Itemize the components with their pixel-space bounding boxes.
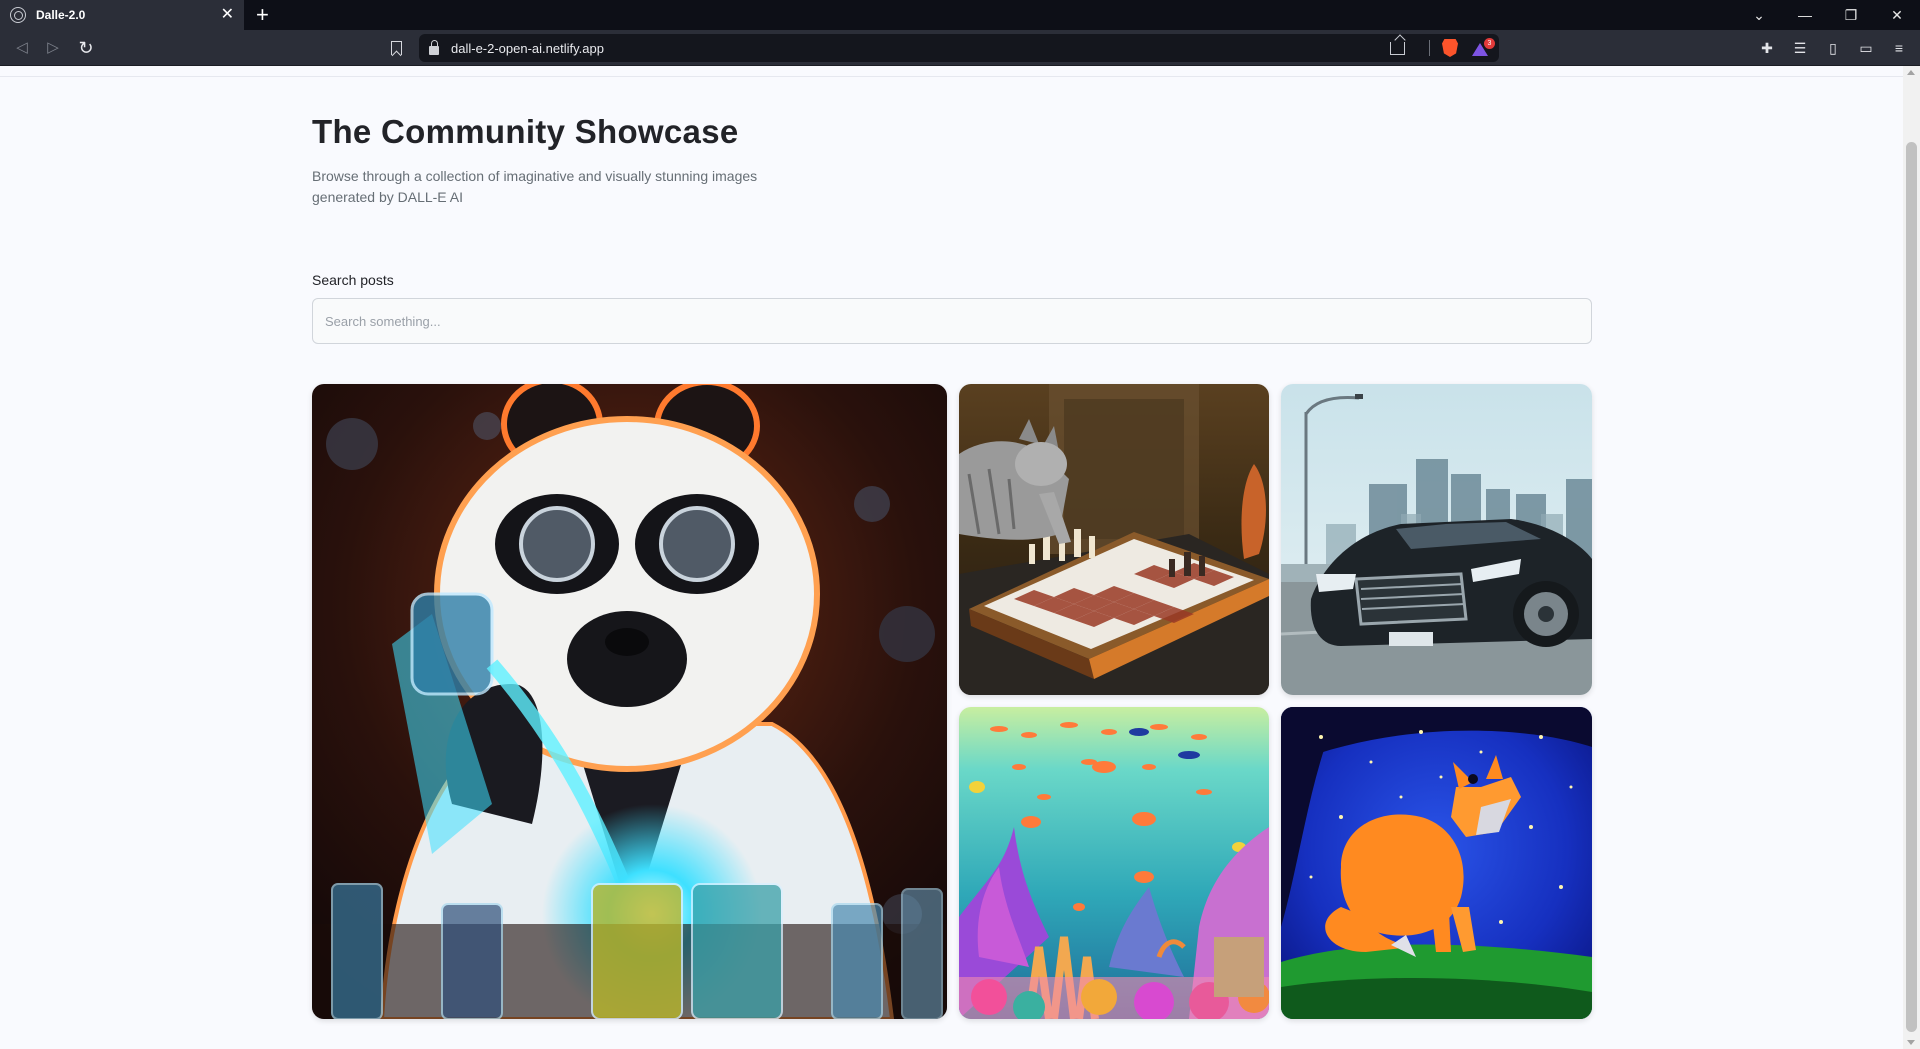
- search-input[interactable]: [312, 298, 1592, 344]
- browser-tab-active[interactable]: Dalle-2.0 ✕: [0, 0, 244, 30]
- url-text[interactable]: dall-e-2-open-ai.netlify.app: [451, 41, 1390, 56]
- rewards-badge: 3: [1484, 37, 1495, 49]
- panda-scientist-image: [312, 384, 947, 1019]
- bookmark-icon[interactable]: [391, 41, 402, 55]
- page-title: The Community Showcase: [312, 113, 739, 150]
- playlist-icon[interactable]: ☰: [1791, 39, 1809, 57]
- close-window-icon[interactable]: ✕: [1874, 7, 1920, 24]
- back-icon[interactable]: ◁: [11, 37, 33, 59]
- restore-icon[interactable]: ❐: [1828, 7, 1874, 24]
- brave-rewards-icon[interactable]: 3: [1472, 37, 1495, 56]
- gallery-card-fox[interactable]: [1281, 707, 1592, 1019]
- page-subtitle: Browse through a collection of imaginati…: [312, 168, 758, 205]
- search-label: Search posts: [312, 272, 394, 288]
- cat-chess-image: [959, 384, 1269, 695]
- browser-tab-bar: Dalle-2.0 ✕ + ⌄ — ❐ ✕: [0, 0, 1920, 30]
- gallery-card-cat-chess[interactable]: [959, 384, 1269, 695]
- showcase-gallery: [312, 384, 1592, 1019]
- page-scrollbar[interactable]: [1903, 66, 1920, 1049]
- extensions-icon[interactable]: ✚: [1758, 39, 1776, 57]
- address-bar-divider: [1429, 40, 1430, 56]
- share-icon[interactable]: [1390, 41, 1405, 55]
- browser-toolbar: ◁ ▷ ↻ dall-e-2-open-ai.netlify.app 3 ✚ ☰…: [0, 30, 1920, 66]
- tab-close-icon[interactable]: ✕: [221, 7, 234, 23]
- sidebar-icon[interactable]: ▯: [1824, 39, 1842, 57]
- gallery-card-panda[interactable]: [312, 384, 947, 1019]
- window-controls: ⌄ — ❐ ✕: [1736, 0, 1920, 30]
- fox-starry-image: [1281, 707, 1592, 1019]
- scroll-up-icon[interactable]: [1907, 70, 1915, 75]
- toolbar-right-icons: ✚ ☰ ▯ ▭ ≡: [1758, 30, 1908, 66]
- tab-title: Dalle-2.0: [36, 8, 86, 22]
- coral-reef-image: [959, 707, 1269, 1019]
- scroll-thumb[interactable]: [1906, 142, 1917, 1032]
- reload-icon[interactable]: ↻: [75, 37, 97, 59]
- address-bar[interactable]: dall-e-2-open-ai.netlify.app 3: [419, 34, 1499, 62]
- page-content: The Community Showcase Browse through a …: [0, 66, 1903, 1049]
- forward-icon[interactable]: ▷: [42, 37, 64, 59]
- gallery-card-coral-reef[interactable]: [959, 707, 1269, 1019]
- lock-icon: [429, 39, 439, 55]
- openai-favicon-icon: [10, 7, 26, 23]
- minimize-icon[interactable]: —: [1782, 7, 1828, 23]
- new-tab-icon[interactable]: +: [256, 3, 269, 27]
- tab-search-chevron-icon[interactable]: ⌄: [1736, 7, 1782, 24]
- header-divider: [0, 76, 1903, 77]
- menu-icon[interactable]: ≡: [1890, 39, 1908, 57]
- black-sedan-image: [1281, 384, 1592, 695]
- brave-shields-icon[interactable]: [1442, 39, 1458, 57]
- gallery-card-sedan[interactable]: [1281, 384, 1592, 695]
- scroll-down-icon[interactable]: [1907, 1040, 1915, 1045]
- wallet-icon[interactable]: ▭: [1857, 39, 1875, 57]
